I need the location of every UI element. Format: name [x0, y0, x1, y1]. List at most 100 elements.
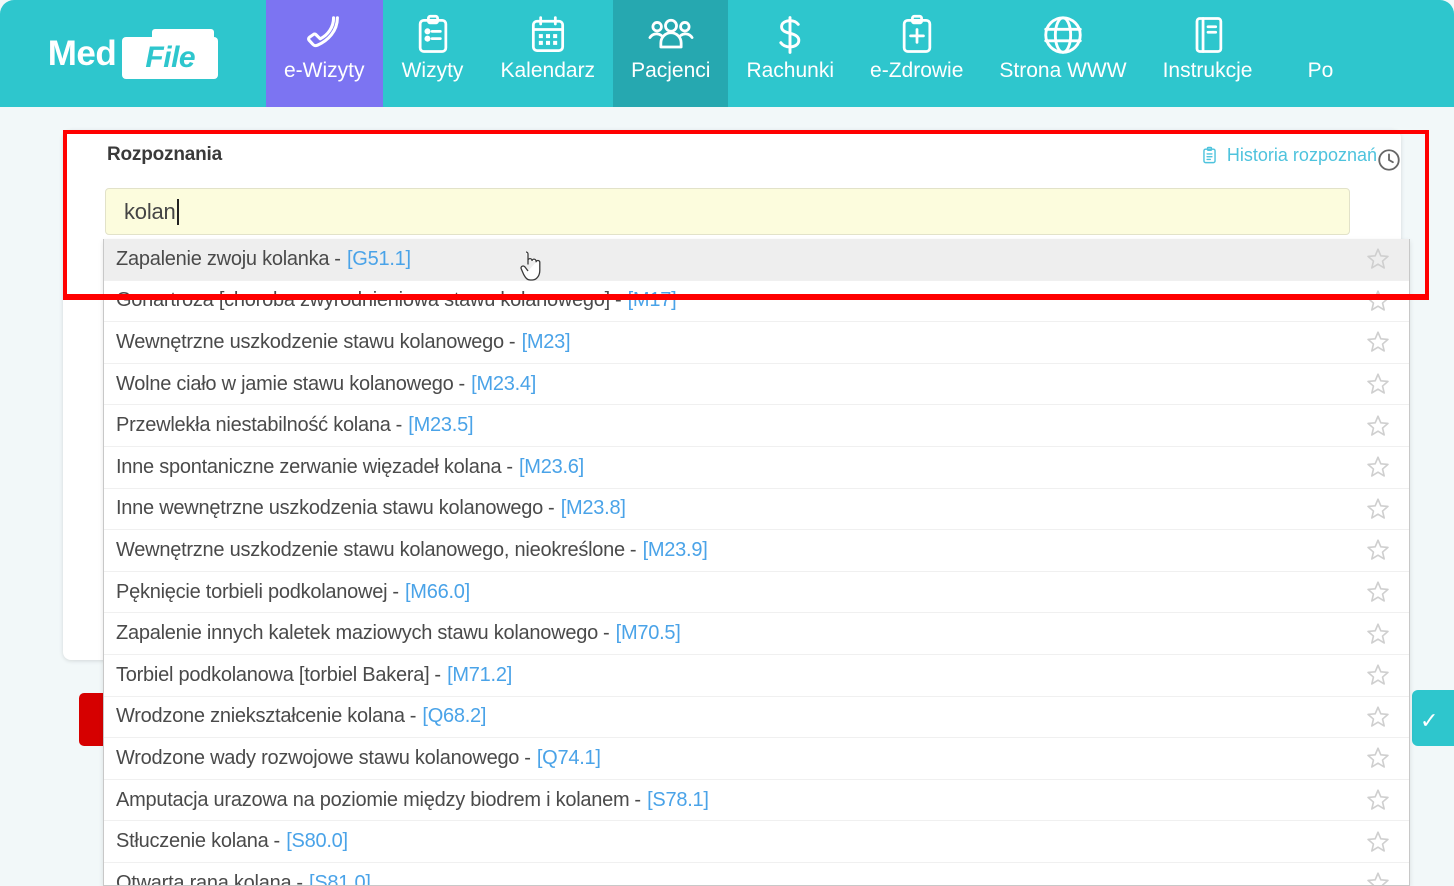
favorite-star-icon[interactable] [1365, 704, 1395, 730]
rozpoznania-search-input[interactable]: kolan [105, 188, 1350, 235]
suggestion-separator: - [273, 830, 281, 853]
diagnosis-suggestions-dropdown[interactable]: Zapalenie zwoju kolanka - [G51.1] Gonartroz… [103, 239, 1410, 886]
favorite-star-icon[interactable] [1365, 662, 1395, 688]
nav-item-wizyty[interactable]: Wizyty [383, 0, 483, 107]
suggestion-label: Wewnętrzne uszkodzenie stawu kolanowego [116, 330, 504, 353]
suggestion-row[interactable]: Przewlekła niestabilność kolana - [M23.5] [104, 405, 1409, 447]
suggestion-separator: - [334, 247, 341, 270]
nav-label-e-zdrowie: e-Zdrowie [870, 59, 964, 82]
favorite-star-icon[interactable] [1365, 454, 1395, 480]
clock-icon[interactable] [1376, 147, 1402, 178]
suggestion-separator: - [602, 622, 610, 645]
clipboard-list-icon [411, 10, 455, 60]
suggestion-separator: - [395, 414, 403, 437]
nav-item-e-wizyty[interactable]: e-Wizyty [266, 0, 383, 107]
suggestion-label: Amputacja urazowa na poziomie między bio… [116, 788, 630, 811]
history-rozpoznan-link[interactable]: Historia rozpoznań [1200, 145, 1377, 166]
suggestion-code: [Q74.1] [536, 746, 601, 769]
suggestion-row[interactable]: Inne wewnętrzne uszkodzenia stawu kolano… [104, 489, 1409, 531]
search-input-value: kolan [124, 198, 176, 224]
suggestion-separator: - [508, 330, 516, 353]
suggestion-separator: - [548, 497, 555, 520]
suggestion-code: [Q68.2] [422, 705, 487, 728]
suggestion-row[interactable]: Pęknięcie torbieli podkolanowej - [M66.0] [104, 572, 1409, 614]
nav-item-instrukcje[interactable]: Instrukcje [1145, 0, 1271, 107]
suggestion-row[interactable]: Amputacja urazowa na poziomie między bio… [104, 780, 1409, 822]
nav-item-strona-www[interactable]: Strona WWW [981, 0, 1144, 107]
favorite-star-icon[interactable] [1365, 496, 1395, 522]
favorite-star-icon[interactable] [1365, 413, 1395, 439]
favorite-star-icon[interactable] [1365, 621, 1395, 647]
favorite-star-icon[interactable] [1365, 288, 1395, 314]
suggestion-code: [M23.9] [642, 538, 708, 561]
page-title: Rozpoznania [107, 144, 222, 165]
suggestion-code: [M23] [521, 330, 571, 353]
favorite-star-icon[interactable] [1365, 829, 1395, 855]
dollar-icon [768, 10, 812, 60]
suggestion-code: [M66.0] [404, 580, 470, 603]
favorite-star-icon[interactable] [1365, 329, 1395, 355]
favorite-star-icon[interactable] [1365, 371, 1395, 397]
suggestion-separator: - [434, 663, 442, 686]
nav-item-rachunki[interactable]: Rachunki [728, 0, 852, 107]
suggestion-row[interactable]: Torbiel podkolanowa [torbiel Bakera] - [M7… [104, 655, 1409, 697]
nav-label-pomoc: Po [1307, 59, 1334, 82]
favorite-star-icon[interactable] [1365, 787, 1395, 813]
suggestion-separator: - [634, 788, 642, 811]
suggestion-row[interactable]: Wrodzone zniekształcenie kolana - [Q68.2] [104, 697, 1409, 739]
main-navbar: Med File e-Wizyty Wizyty Kalendarz Pacje… [0, 0, 1454, 107]
suggestion-row[interactable]: Inne spontaniczne zerwanie więzadeł kola… [104, 447, 1409, 489]
suggestion-label: Otwarta rana kolana [116, 871, 292, 886]
suggestion-code: [S80.0] [286, 830, 348, 853]
nav-item-pacjenci[interactable]: Pacjenci [613, 0, 729, 107]
nav-item-e-zdrowie[interactable]: e-Zdrowie [852, 0, 981, 107]
suggestion-row[interactable]: Zapalenie innych kaletek maziowych stawu… [104, 613, 1409, 655]
suggestion-separator: - [409, 705, 417, 728]
app-root: Med File e-Wizyty Wizyty Kalendarz Pacje… [0, 0, 1454, 886]
nav-label-wizyty: Wizyty [401, 59, 464, 82]
suggestion-code: [M23.8] [560, 497, 626, 520]
nav-label-rachunki: Rachunki [746, 59, 835, 82]
clipboard-medical-icon [895, 10, 939, 60]
nav-item-kalendarz[interactable]: Kalendarz [483, 0, 614, 107]
suggestion-row[interactable]: Wewnętrzne uszkodzenie stawu kolanowego -… [104, 322, 1409, 364]
suggestion-code: [S81.0] [309, 871, 371, 886]
suggestion-row[interactable]: Wolne ciało w jamie stawu kolanowego - [M2… [104, 364, 1409, 406]
favorite-star-icon[interactable] [1365, 537, 1395, 563]
suggestion-row[interactable]: Gonartroza [choroba zwyrodnieniowa stawu… [104, 281, 1409, 323]
confirm-button[interactable]: ✓ [1412, 690, 1454, 746]
suggestion-separator: - [629, 538, 637, 561]
logo-text-med: Med [47, 34, 117, 73]
suggestion-separator: - [392, 580, 399, 603]
clipboard-icon [1200, 145, 1219, 166]
suggestion-row[interactable]: Otwarta rana kolana - [S81.0] [104, 863, 1409, 886]
nav-label-e-wizyty: e-Wizyty [284, 59, 365, 82]
favorite-star-icon[interactable] [1365, 745, 1395, 771]
book-icon [1186, 10, 1230, 60]
app-logo[interactable]: Med File [0, 0, 266, 107]
suggestion-label: Inne spontaniczne zerwanie więzadeł kola… [116, 455, 502, 478]
suggestion-label: Wolne ciało w jamie stawu kolanowego [116, 372, 454, 395]
suggestion-code: [M23.5] [408, 414, 474, 437]
suggestion-separator: - [524, 746, 531, 769]
suggestion-separator: - [506, 455, 513, 478]
suggestion-code: [M23.6] [518, 455, 584, 478]
nav-label-instrukcje: Instrukcje [1162, 59, 1253, 82]
suggestion-row[interactable]: Wewnętrzne uszkodzenie stawu kolanowego,… [104, 530, 1409, 572]
suggestion-label: Przewlekła niestabilność kolana [116, 414, 391, 437]
favorite-star-icon[interactable] [1365, 246, 1395, 272]
favorite-star-icon[interactable] [1365, 579, 1395, 605]
suggestion-label: Stłuczenie kolana [116, 830, 269, 853]
users-icon [647, 10, 695, 60]
suggestion-separator: - [614, 289, 622, 312]
suggestion-row[interactable]: Zapalenie zwoju kolanka - [G51.1] [104, 239, 1409, 281]
suggestion-row[interactable]: Wrodzone wady rozwojowe stawu kolanowego… [104, 738, 1409, 780]
history-link-label: Historia rozpoznań [1226, 144, 1377, 165]
favorite-star-icon[interactable] [1365, 870, 1395, 885]
suggestion-separator: - [458, 372, 466, 395]
suggestion-code: [S78.1] [647, 788, 709, 811]
suggestion-code: [G51.1] [346, 247, 411, 270]
phone-icon [301, 10, 347, 60]
nav-item-pomoc[interactable]: Po [1270, 0, 1370, 107]
suggestion-row[interactable]: Stłuczenie kolana - [S80.0] [104, 821, 1409, 863]
